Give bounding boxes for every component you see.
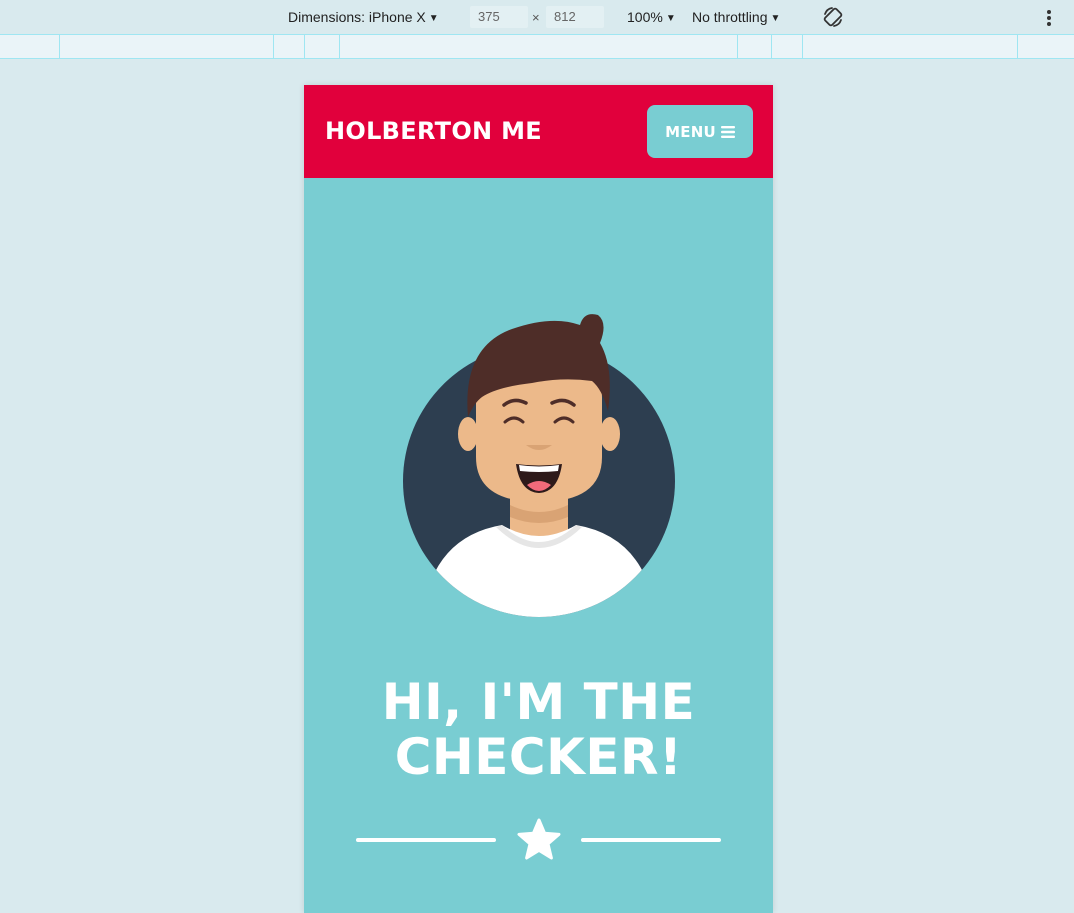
avatar-illustration [403, 314, 675, 617]
media-query-marker [771, 35, 772, 58]
divider-line-left [356, 838, 496, 842]
hamburger-icon [720, 125, 735, 138]
kebab-icon[interactable] [1046, 9, 1052, 27]
dimension-separator: × [532, 10, 540, 25]
caret-down-icon: ▼ [665, 13, 676, 24]
media-query-marker [1017, 35, 1018, 58]
star-icon [517, 818, 561, 860]
rotate-icon[interactable] [822, 6, 844, 28]
media-query-marker [59, 35, 60, 58]
media-query-ruler[interactable] [0, 35, 1074, 59]
device-height-input[interactable]: 812 [546, 6, 604, 28]
star-divider [304, 818, 773, 862]
zoom-dropdown[interactable]: 100% ▼ [627, 9, 676, 28]
site-header: HOLBERTON ME MENU [304, 85, 773, 178]
media-query-marker [802, 35, 803, 58]
media-query-marker [304, 35, 305, 58]
throttling-label: No throttling [692, 9, 768, 25]
device-dimensions-dropdown[interactable]: Dimensions: iPhone X ▼ [288, 9, 439, 28]
site-brand[interactable]: HOLBERTON ME [325, 117, 542, 145]
device-viewport: HOLBERTON ME MENU HI, I'M THE CHECKER! [304, 85, 773, 913]
hero-title: HI, I'M THE CHECKER! [304, 675, 773, 785]
caret-down-icon: ▼ [770, 13, 781, 24]
caret-down-icon: ▼ [428, 13, 439, 24]
menu-button-label: MENU [665, 122, 716, 141]
device-width-input[interactable]: 375 [470, 6, 528, 28]
media-query-marker [339, 35, 340, 58]
device-dimensions-label: Dimensions: iPhone X [288, 9, 426, 25]
hero-title-line1: HI, I'M THE [381, 673, 696, 731]
menu-button[interactable]: MENU [647, 105, 753, 158]
media-query-marker [273, 35, 274, 58]
divider-line-right [581, 838, 721, 842]
device-toolbar: Dimensions: iPhone X ▼ 375 × 812 100% ▼ No… [0, 0, 1074, 35]
zoom-label: 100% [627, 9, 663, 25]
throttling-dropdown[interactable]: No throttling ▼ [692, 9, 780, 28]
media-query-marker [737, 35, 738, 58]
hero-title-line2: CHECKER! [394, 728, 683, 786]
